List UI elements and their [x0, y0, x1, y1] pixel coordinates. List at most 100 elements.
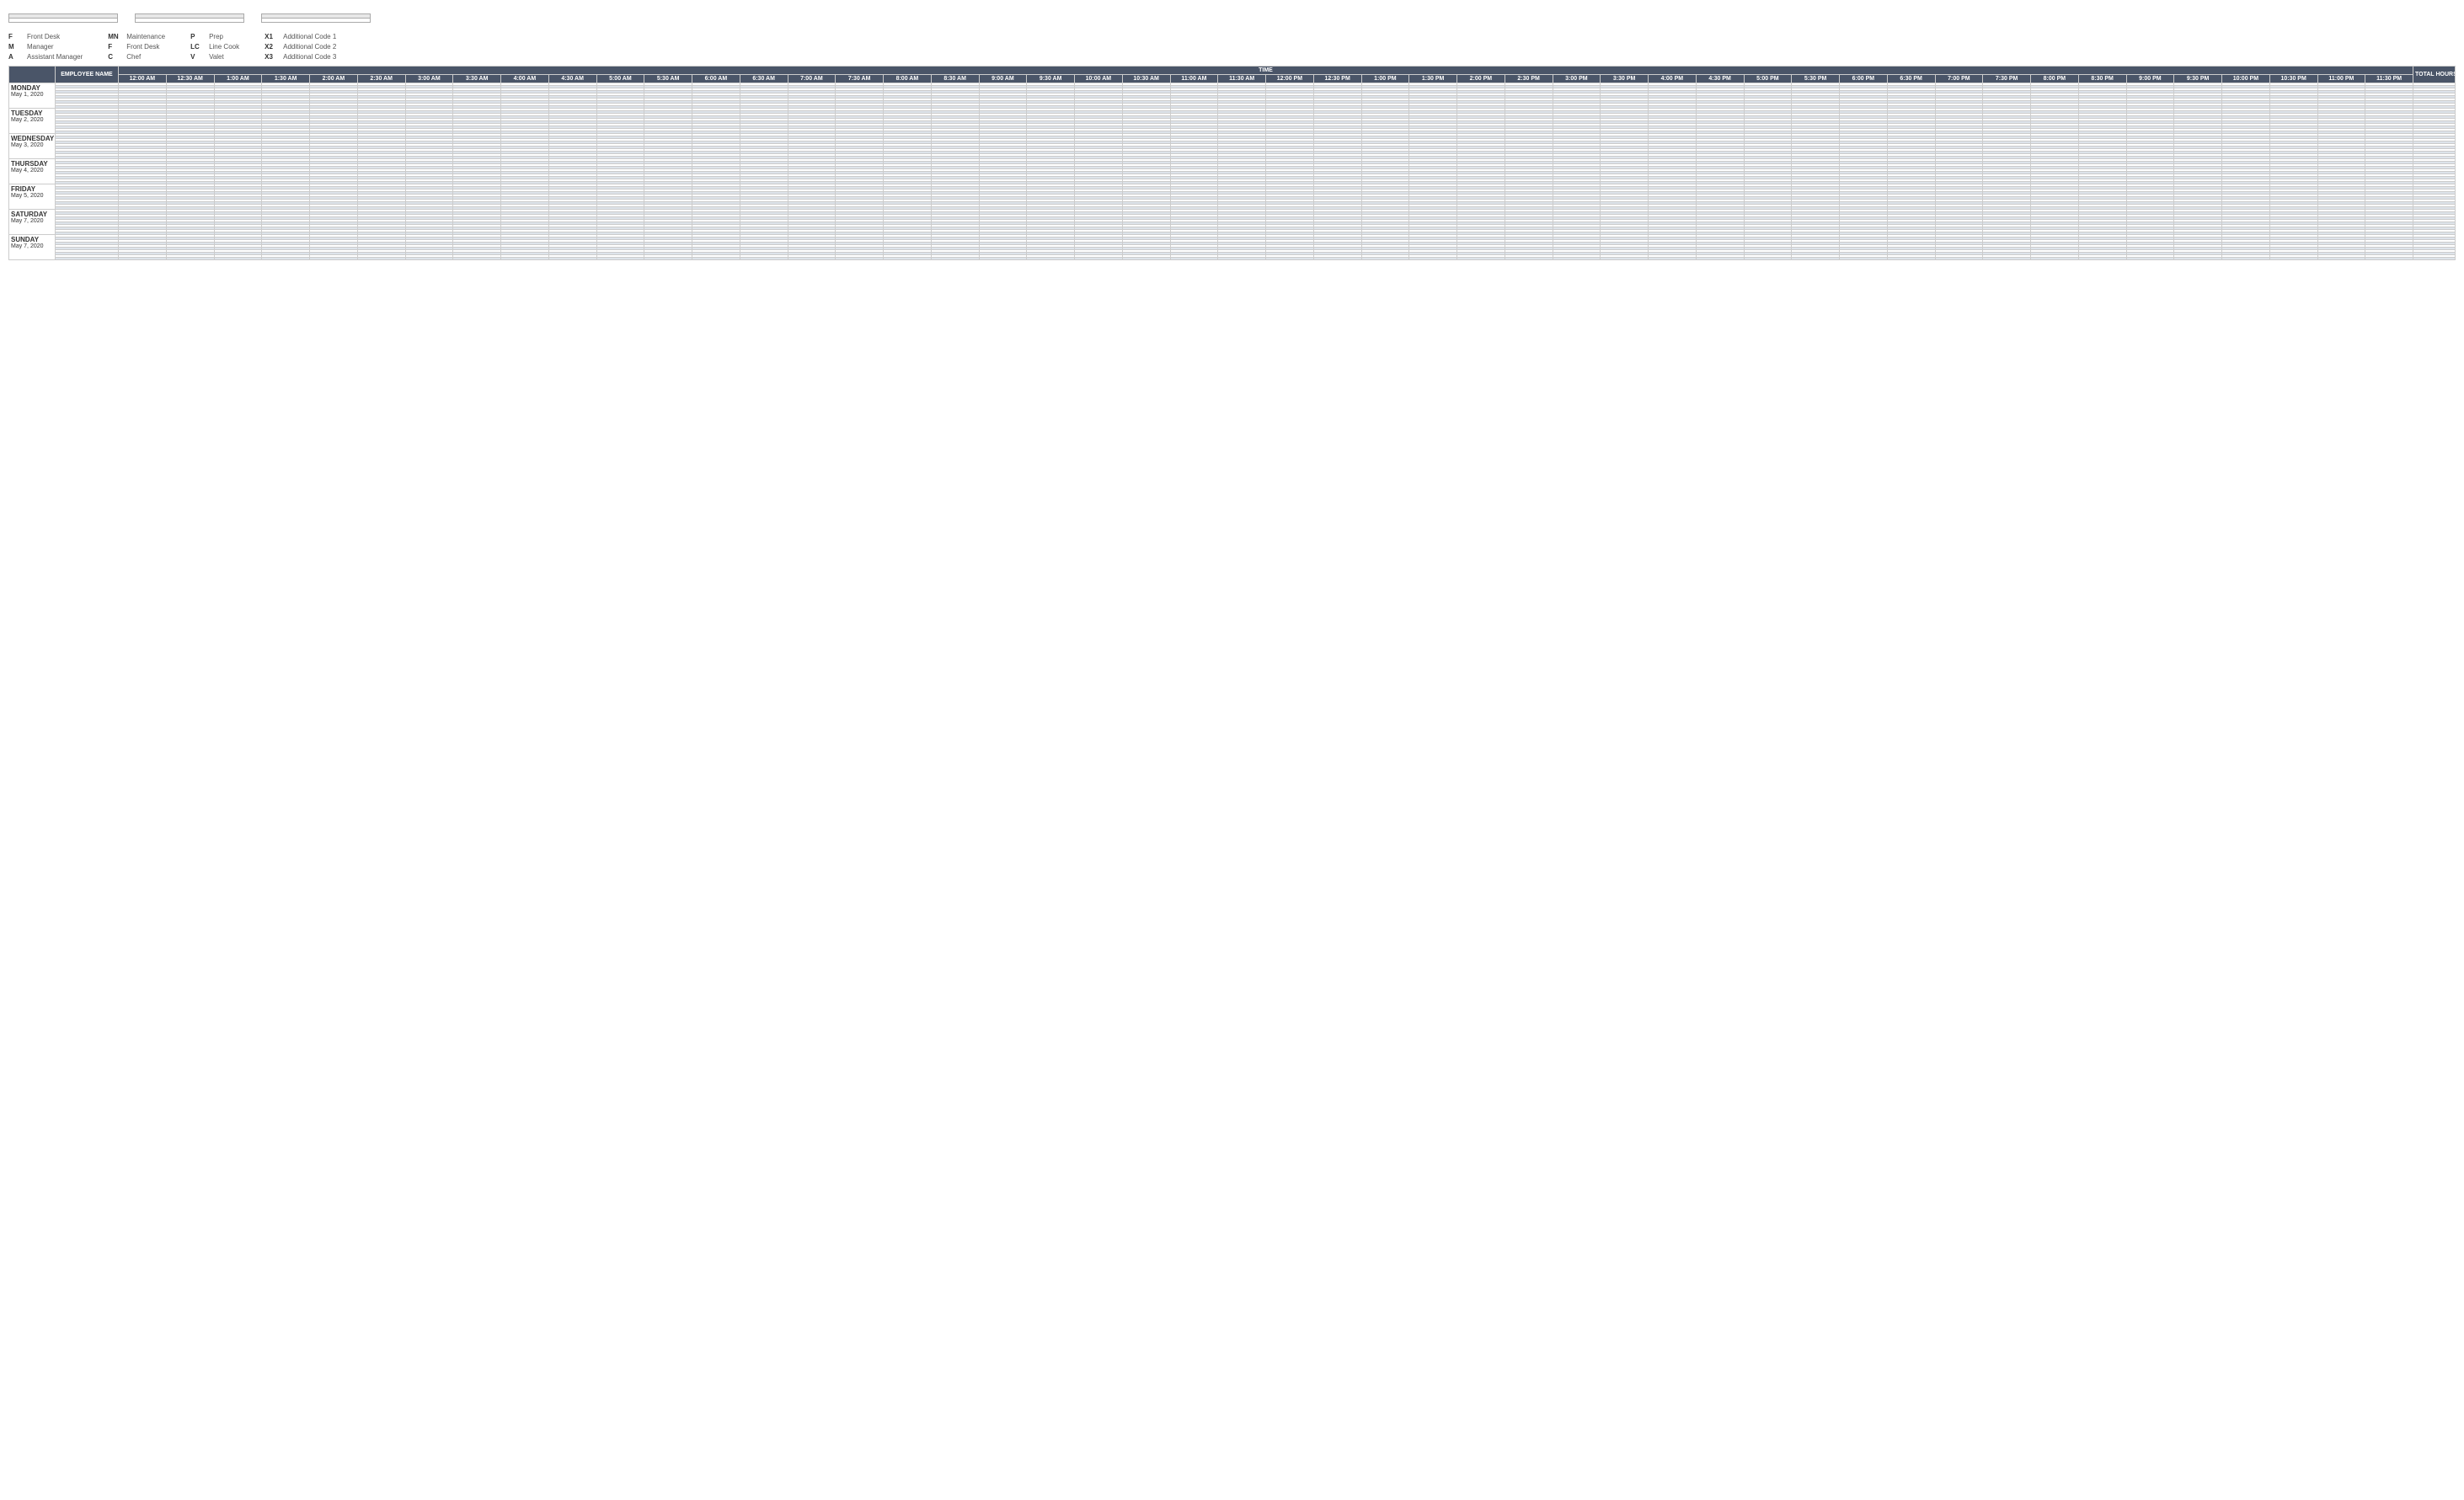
time-slot-header: 9:00 PM [2126, 75, 2174, 83]
time-cell[interactable] [1266, 258, 1314, 260]
time-cell[interactable] [357, 258, 405, 260]
time-cell[interactable] [1409, 258, 1457, 260]
time-cell[interactable] [262, 258, 310, 260]
time-slot-header: 3:30 PM [1601, 75, 1649, 83]
time-slot-header: 3:00 PM [1553, 75, 1601, 83]
legend-item: A Assistant Manager [8, 53, 83, 61]
time-cell[interactable] [166, 258, 214, 260]
schedule-start-time-value[interactable] [8, 19, 118, 23]
time-cell[interactable] [979, 258, 1027, 260]
time-cell[interactable] [788, 258, 836, 260]
week-start-date-value[interactable] [261, 19, 371, 23]
time-cell[interactable] [405, 258, 453, 260]
time-slot-header: 2:30 AM [357, 75, 405, 83]
time-cell[interactable] [2031, 258, 2079, 260]
employee-name-header: EMPLOYEE NAME [56, 67, 119, 83]
time-cell[interactable] [2269, 258, 2317, 260]
time-slot-header: 12:00 PM [1266, 75, 1314, 83]
time-slot-header: 7:00 AM [788, 75, 836, 83]
time-slot-header: 4:30 AM [548, 75, 596, 83]
day-date: May 7, 2020 [11, 218, 44, 224]
time-cell[interactable] [2174, 258, 2222, 260]
time-cell[interactable] [2078, 258, 2126, 260]
time-cell[interactable] [1505, 258, 1553, 260]
legend-col-4: X1 Additional Code 1 X2 Additional Code … [265, 33, 336, 61]
time-cell[interactable] [1553, 258, 1601, 260]
time-slot-header: 1:30 AM [262, 75, 310, 83]
table-row [9, 258, 2456, 260]
time-slot-header: 9:30 AM [1027, 75, 1075, 83]
legend-item: M Manager [8, 43, 83, 51]
schedule-table: EMPLOYEE NAMETIMETOTAL HOURS PER SHIFT12… [8, 66, 2456, 260]
time-cell[interactable] [2365, 258, 2413, 260]
day-date: May 1, 2020 [11, 92, 44, 98]
time-cell[interactable] [1075, 258, 1123, 260]
time-cell[interactable] [740, 258, 788, 260]
day-label-cell: MONDAYMay 1, 2020 [9, 83, 56, 109]
time-cell[interactable] [692, 258, 740, 260]
time-cell[interactable] [644, 258, 692, 260]
time-slot-header: 7:30 AM [836, 75, 884, 83]
time-cell[interactable] [1361, 258, 1409, 260]
time-cell[interactable] [931, 258, 979, 260]
page-title [0, 0, 2464, 10]
time-cell[interactable] [2317, 258, 2365, 260]
time-slot-header: 6:00 PM [1840, 75, 1888, 83]
time-slot-header: 9:00 AM [979, 75, 1027, 83]
time-cell[interactable] [453, 258, 501, 260]
time-cell[interactable] [1218, 258, 1266, 260]
time-slot-header: 10:30 AM [1122, 75, 1170, 83]
day-name: WEDNESDAY [11, 135, 53, 142]
time-cell[interactable] [2126, 258, 2174, 260]
time-cell[interactable] [1840, 258, 1888, 260]
time-cell[interactable] [1457, 258, 1505, 260]
time-cell[interactable] [836, 258, 884, 260]
time-cell[interactable] [310, 258, 358, 260]
schedule-start-time-box [8, 13, 118, 23]
top-section: F Front Desk M Manager A Assistant Manag… [0, 10, 2464, 66]
time-cell[interactable] [1983, 258, 2031, 260]
time-cell[interactable] [1744, 258, 1792, 260]
time-slot-header: 6:30 PM [1887, 75, 1935, 83]
time-cell[interactable] [1792, 258, 1840, 260]
time-cell[interactable] [1649, 258, 1697, 260]
time-group-header: TIME [119, 67, 2413, 75]
time-slot-header: 12:30 AM [166, 75, 214, 83]
time-cell[interactable] [119, 258, 167, 260]
legend-item: MN Maintenance [108, 33, 165, 40]
day-label-cell: THURSDAYMay 4, 2020 [9, 159, 56, 184]
time-cell[interactable] [884, 258, 932, 260]
time-cell[interactable] [1935, 258, 1983, 260]
time-cell[interactable] [501, 258, 549, 260]
time-cell[interactable] [596, 258, 644, 260]
time-cell[interactable] [1887, 258, 1935, 260]
employee-name-cell[interactable] [56, 258, 119, 260]
time-slot-header: 10:00 PM [2222, 75, 2270, 83]
day-name: MONDAY [11, 84, 53, 92]
time-slot-header: 7:00 PM [1935, 75, 1983, 83]
time-slot-header: 3:30 AM [453, 75, 501, 83]
legend-item: X3 Additional Code 3 [265, 53, 336, 61]
time-slot-header: 2:30 PM [1505, 75, 1553, 83]
time-interval-value[interactable] [135, 19, 244, 23]
time-cell[interactable] [548, 258, 596, 260]
legend-item: C Chef [108, 53, 165, 61]
time-cell[interactable] [1027, 258, 1075, 260]
time-cell[interactable] [1122, 258, 1170, 260]
time-cell[interactable] [1170, 258, 1218, 260]
day-header [9, 67, 56, 83]
time-slot-header: 4:00 AM [501, 75, 549, 83]
time-cell[interactable] [214, 258, 262, 260]
week-start-date-box [261, 13, 371, 23]
legend-item: F Front Desk [8, 33, 83, 40]
time-slot-header: 12:00 AM [119, 75, 167, 83]
day-name: THURSDAY [11, 160, 53, 168]
time-cell[interactable] [1313, 258, 1361, 260]
time-cell[interactable] [1601, 258, 1649, 260]
time-slot-header: 2:00 AM [310, 75, 358, 83]
day-date: May 4, 2020 [11, 168, 44, 173]
time-cell[interactable] [2222, 258, 2270, 260]
time-cell[interactable] [1696, 258, 1744, 260]
day-label-cell: TUESDAYMay 2, 2020 [9, 109, 56, 134]
legend-col-2: MN Maintenance F Front Desk C Chef [108, 33, 165, 61]
